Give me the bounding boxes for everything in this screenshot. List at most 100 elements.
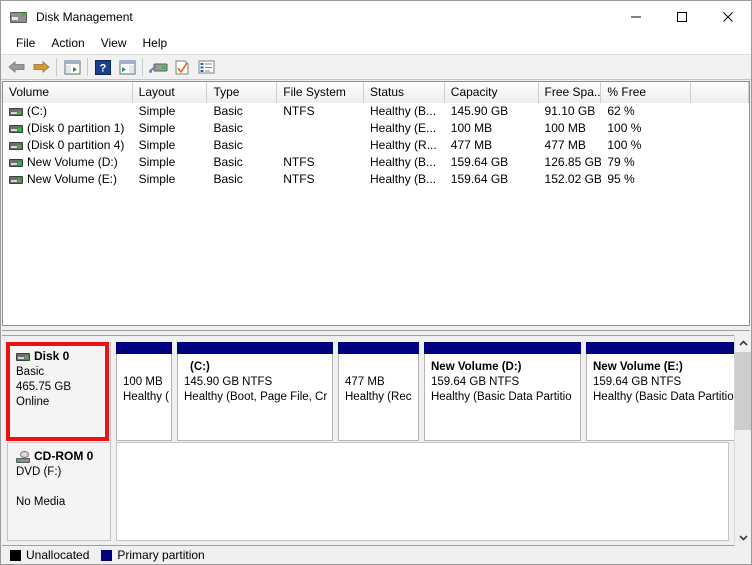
partition-block[interactable]: New Volume (D:) 159.64 GB NTFS Healthy (Ba… [424, 342, 581, 441]
legend-label: Unallocated [26, 548, 90, 562]
partition-name [345, 360, 418, 375]
cell-volume: (C:) [3, 103, 133, 120]
cell-free-space: 91.10 GB [544, 104, 596, 118]
rescan-disks-icon[interactable] [146, 56, 170, 78]
column-header-blank[interactable] [691, 82, 749, 103]
partition-status: Healthy (Rec [345, 391, 412, 403]
cell-status: Healthy (B... [370, 155, 437, 169]
table-row[interactable]: (Disk 0 partition 1) Simple Basic Healthy (… [3, 120, 749, 137]
minimize-icon[interactable] [613, 1, 659, 32]
menu-item-help[interactable]: Help [135, 34, 176, 52]
menu-item-file[interactable]: File [8, 34, 43, 52]
legend-swatch [101, 549, 113, 561]
menu-item-view[interactable]: View [93, 34, 135, 52]
cell-type: Basic [213, 121, 243, 135]
cell-volume: (Disk 0 partition 1) [3, 120, 133, 137]
cell-free-space: 126.85 GB [544, 155, 602, 169]
table-row[interactable]: New Volume (D:) Simple Basic NTFS Healthy (B… [3, 154, 749, 171]
partition-block[interactable]: New Volume (E:) 159.64 GB NTFS Healthy (Ba… [586, 342, 747, 441]
column-header-layout[interactable]: Layout [132, 82, 208, 103]
chevron-down-icon[interactable] [735, 529, 751, 546]
cell-file-system [277, 137, 364, 154]
disk-row-1[interactable]: CD-ROM 0 DVD (F:) No Media [7, 442, 729, 541]
close-icon[interactable] [705, 1, 751, 32]
disk-row-0[interactable]: Disk 0 Basic 465.75 GB Online 100 MB Healthy… [7, 342, 747, 441]
disk-line2: Basic [16, 366, 45, 378]
partition-details: 477 MB Healthy (Rec [338, 354, 419, 441]
partition-strip [111, 442, 729, 541]
list-view-icon[interactable] [194, 56, 218, 78]
partition-block[interactable]: 100 MB Healthy ( [116, 342, 172, 441]
show-hide-console-tree-icon[interactable] [60, 56, 84, 78]
column-header-volume[interactable]: Volume [3, 82, 133, 103]
partition-status: Healthy (Boot, Page File, Cr [184, 391, 328, 403]
cell-layout: Simple [138, 104, 176, 118]
chevron-up-icon[interactable] [735, 335, 751, 352]
partition-name: New Volume (E:) [593, 361, 683, 373]
empty-media-area [116, 442, 729, 541]
disk-line2: DVD (F:) [16, 466, 62, 478]
cell-percent-free: 62 % [607, 104, 635, 118]
legend-item: Primary partition [101, 548, 205, 562]
disk-info-panel[interactable]: Disk 0 Basic 465.75 GB Online [7, 342, 111, 441]
column-header-type[interactable]: Type [207, 82, 278, 103]
cell-capacity: 145.90 GB [450, 104, 509, 118]
properties-icon[interactable] [170, 56, 194, 78]
forward-icon[interactable] [29, 56, 53, 78]
cell-file-system: NTFS [283, 172, 315, 186]
cell-layout: Simple [138, 138, 176, 152]
maximize-icon[interactable] [659, 1, 705, 32]
column-header-free-spa[interactable]: Free Spa... [538, 82, 602, 103]
partition-block[interactable]: (C:) 145.90 GB NTFS Healthy (Boot, Page Fi… [177, 342, 333, 441]
cell-percent-free: 100 % [607, 138, 642, 152]
partition-details: New Volume (D:) 159.64 GB NTFS Healthy (Ba… [424, 354, 581, 441]
graphic-pane-scrollbar[interactable] [734, 335, 751, 546]
cell-type: Basic [213, 138, 243, 152]
partition-type-bar [116, 342, 172, 354]
volume-label: (Disk 0 partition 4) [27, 138, 125, 152]
cell-type: Basic [213, 155, 243, 169]
back-icon[interactable] [5, 56, 29, 78]
column-header-free[interactable]: % Free [601, 82, 692, 103]
disk-name: CD-ROM 0 [34, 449, 94, 463]
cell-blank [691, 103, 749, 120]
cell-free-space: 100 MB [544, 121, 586, 135]
scrollbar-thumb[interactable] [735, 352, 751, 430]
window-title: Disk Management [36, 9, 133, 24]
cell-free-space: 477 MB [544, 138, 586, 152]
table-row[interactable]: (Disk 0 partition 4) Simple Basic Healthy (… [3, 137, 749, 154]
disk-line4: Online [16, 396, 50, 408]
legend-label: Primary partition [117, 548, 205, 562]
partition-block[interactable]: 477 MB Healthy (Rec [338, 342, 419, 441]
volume-label: (Disk 0 partition 1) [27, 121, 125, 135]
column-header-status[interactable]: Status [364, 82, 445, 103]
partition-name [123, 360, 171, 375]
cell-file-system: NTFS [283, 155, 315, 169]
menu-item-action[interactable]: Action [43, 34, 92, 52]
cd-rom-icon [16, 450, 31, 463]
show-hide-action-pane-icon[interactable] [115, 56, 139, 78]
cell-capacity: 159.64 GB [450, 172, 509, 186]
column-header-file-system[interactable]: File System [277, 82, 365, 103]
cell-capacity: 100 MB [450, 121, 493, 135]
pane-splitter[interactable] [2, 327, 750, 335]
partition-status: Healthy (Basic Data Partitio [431, 391, 572, 403]
volume-list-pane: Volume Layout Type File System Status Capacit… [2, 81, 750, 326]
table-row[interactable]: (C:) Simple Basic NTFS Healthy (B... 145.90 G… [3, 103, 749, 120]
partition-size: 477 MB [345, 376, 385, 388]
cell-volume: (Disk 0 partition 4) [3, 137, 133, 154]
disk-info-panel[interactable]: CD-ROM 0 DVD (F:) No Media [7, 442, 111, 541]
volume-drive-icon [9, 158, 23, 167]
partition-details: 100 MB Healthy ( [116, 354, 172, 441]
disk-line4: No Media [16, 496, 66, 508]
partition-size: 100 MB [123, 376, 163, 388]
cell-file-system: NTFS [283, 104, 315, 118]
cell-type: Basic [213, 172, 243, 186]
table-row[interactable]: New Volume (E:) Simple Basic NTFS Healthy (B… [3, 171, 749, 188]
cell-percent-free: 95 % [607, 172, 635, 186]
column-header-capacity[interactable]: Capacity [444, 82, 539, 103]
partition-details: New Volume (E:) 159.64 GB NTFS Healthy (Ba… [586, 354, 747, 441]
cell-layout: Simple [138, 121, 176, 135]
cell-blank [691, 154, 749, 171]
help-icon[interactable]: ? [91, 56, 115, 78]
